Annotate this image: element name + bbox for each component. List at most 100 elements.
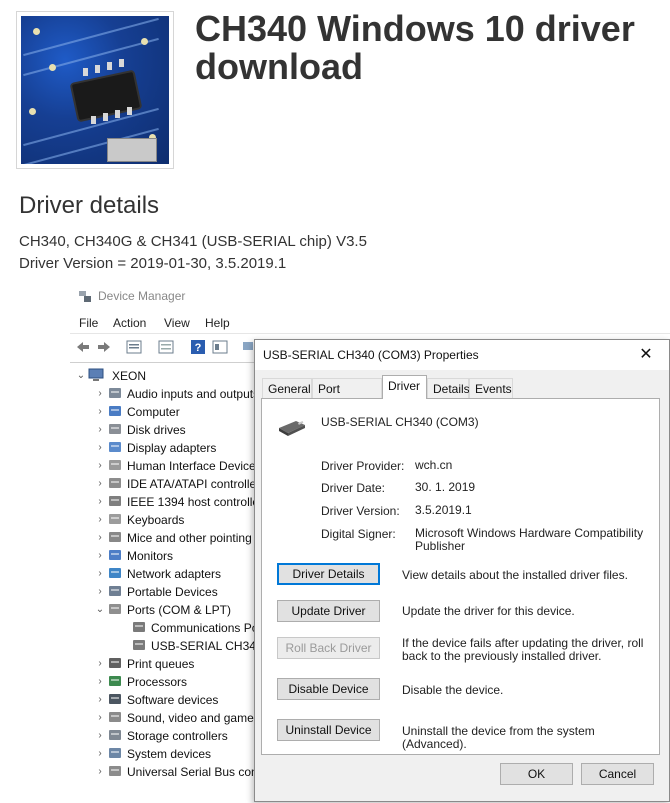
tree-item[interactable]: › Disk drives <box>95 421 254 439</box>
tab-details[interactable]: Details <box>427 378 470 398</box>
ok-button[interactable]: OK <box>500 763 573 785</box>
chevron-right-icon[interactable]: › <box>95 406 105 417</box>
update-driver-desc: Update the driver for this device. <box>402 604 575 618</box>
tree-item-label: Human Interface Devices <box>127 459 254 473</box>
driver-version-value: 3.5.2019.1 <box>415 503 472 517</box>
dialog-title: USB-SERIAL CH340 (COM3) Properties <box>263 348 479 362</box>
list-view-icon[interactable] <box>158 339 174 355</box>
back-arrow-icon[interactable] <box>75 339 91 355</box>
tree-item-label: IDE ATA/ATAPI controllers <box>127 477 254 491</box>
tree-item[interactable]: › Human Interface Devices <box>95 457 254 475</box>
tree-item[interactable]: › System devices <box>95 745 254 763</box>
tree-item-label: Communications Port (COM1) <box>151 621 254 635</box>
device-category-icon <box>109 406 121 416</box>
update-driver-button[interactable]: Update Driver <box>277 600 380 622</box>
chevron-right-icon[interactable]: › <box>95 658 105 669</box>
circuit-board-photo <box>21 16 169 164</box>
tree-item-label: Sound, video and game controllers <box>127 711 254 725</box>
forward-arrow-icon[interactable] <box>96 339 112 355</box>
device-category-icon <box>109 514 121 524</box>
chevron-right-icon[interactable]: › <box>95 388 105 399</box>
tree-item[interactable]: › Audio inputs and outputs <box>95 385 254 403</box>
device-category-icon <box>133 640 145 650</box>
tree-item[interactable]: › Portable Devices <box>95 583 254 601</box>
chevron-right-icon[interactable]: › <box>95 694 105 705</box>
chevron-right-icon[interactable]: › <box>95 550 105 561</box>
chevron-right-icon[interactable]: › <box>95 532 105 543</box>
menu-help[interactable]: Help <box>205 316 230 330</box>
tree-item[interactable]: › Processors <box>95 673 254 691</box>
roll-back-driver-button[interactable]: Roll Back Driver <box>277 637 380 659</box>
device-category-icon <box>109 712 121 722</box>
tab-port-settings[interactable]: Port Settings <box>312 378 382 410</box>
tree-item[interactable]: › Keyboards <box>95 511 254 529</box>
tree-item-label: Monitors <box>127 549 174 563</box>
tree-item-label: Mice and other pointing devices <box>127 531 254 545</box>
chevron-right-icon[interactable]: › <box>95 442 105 453</box>
device-name: USB-SERIAL CH340 (COM3) <box>321 415 479 429</box>
uninstall-device-button[interactable]: Uninstall Device <box>277 719 380 741</box>
tree-item-label: Print queues <box>127 657 195 671</box>
tab-general[interactable]: General <box>262 378 312 398</box>
usb-serial-device-icon <box>279 420 305 436</box>
tree-item[interactable]: › Mice and other pointing devices <box>95 529 254 547</box>
uninstall-device-desc: Uninstall the device from the system (Ad… <box>402 724 595 751</box>
tree-child-item[interactable]: USB-SERIAL CH340 (COM3) <box>113 637 254 655</box>
disable-device-button[interactable]: Disable Device <box>277 678 380 700</box>
driver-provider-label: Driver Provider: <box>321 459 405 473</box>
tree-item[interactable]: › Computer <box>95 403 254 421</box>
tree-item[interactable]: › Software devices <box>95 691 254 709</box>
tree-child-item[interactable]: Communications Port (COM1) <box>113 619 254 637</box>
tree-item[interactable]: › Display adapters <box>95 439 254 457</box>
device-category-icon <box>109 676 121 686</box>
chevron-right-icon[interactable]: › <box>95 568 105 579</box>
device-manager-icon <box>79 291 91 302</box>
tree-item[interactable]: › Network adapters <box>95 565 254 583</box>
chevron-right-icon[interactable]: › <box>95 766 105 777</box>
tree-item[interactable]: › Print queues <box>95 655 254 673</box>
resources-icon[interactable] <box>212 339 228 355</box>
tree-item[interactable]: ⌄ Ports (COM & LPT) <box>95 601 254 619</box>
tab-events[interactable]: Events <box>469 378 513 398</box>
chevron-right-icon[interactable]: › <box>95 496 105 507</box>
chevron-right-icon[interactable]: › <box>95 460 105 471</box>
computer-icon <box>88 368 104 381</box>
device-category-icon <box>109 532 121 542</box>
cancel-button[interactable]: Cancel <box>581 763 654 785</box>
tree-root-label: XEON <box>112 369 147 383</box>
tree-item[interactable]: › IDE ATA/ATAPI controllers <box>95 475 254 493</box>
tree-root[interactable]: ⌄ XEON <box>76 367 256 385</box>
menu-file[interactable]: File <box>79 316 98 330</box>
tree-item[interactable]: › Monitors <box>95 547 254 565</box>
device-category-icon <box>109 388 121 398</box>
driver-version-label: Driver Version: <box>321 504 400 518</box>
driver-details-button[interactable]: Driver Details <box>277 563 380 585</box>
device-category-icon <box>133 622 145 632</box>
tree-item[interactable]: › Sound, video and game controllers <box>95 709 254 727</box>
driver-provider-value: wch.cn <box>415 458 453 472</box>
menu-action[interactable]: Action <box>113 316 146 330</box>
tab-driver[interactable]: Driver <box>382 375 427 399</box>
tree-item[interactable]: › Universal Serial Bus controllers <box>95 763 254 781</box>
digital-signer-value: Microsoft Windows Hardware Compatibility… <box>415 526 644 553</box>
chevron-right-icon[interactable]: › <box>95 748 105 759</box>
tree-item-label: Network adapters <box>127 567 222 581</box>
chevron-right-icon[interactable]: › <box>95 676 105 687</box>
chevron-right-icon[interactable]: › <box>95 712 105 723</box>
chevron-down-icon[interactable]: ⌄ <box>76 370 86 381</box>
chevron-right-icon[interactable]: › <box>95 424 105 435</box>
chip-info-line: CH340, CH340G & CH341 (USB-SERIAL chip) … <box>19 233 367 250</box>
help-icon[interactable]: ? <box>190 339 206 355</box>
properties-icon[interactable] <box>126 339 142 355</box>
chevron-right-icon[interactable]: › <box>95 514 105 525</box>
tree-item-label: Processors <box>127 675 188 689</box>
close-icon[interactable]: ✕ <box>637 344 655 364</box>
chevron-right-icon[interactable]: › <box>95 730 105 741</box>
tree-item[interactable]: › IEEE 1394 host controllers <box>95 493 254 511</box>
chevron-right-icon[interactable]: › <box>95 586 105 597</box>
tree-item[interactable]: › Storage controllers <box>95 727 254 745</box>
chevron-down-icon[interactable]: ⌄ <box>95 604 105 615</box>
chevron-right-icon[interactable]: › <box>95 478 105 489</box>
menu-view[interactable]: View <box>164 316 190 330</box>
tree-item-label: IEEE 1394 host controllers <box>127 495 254 509</box>
